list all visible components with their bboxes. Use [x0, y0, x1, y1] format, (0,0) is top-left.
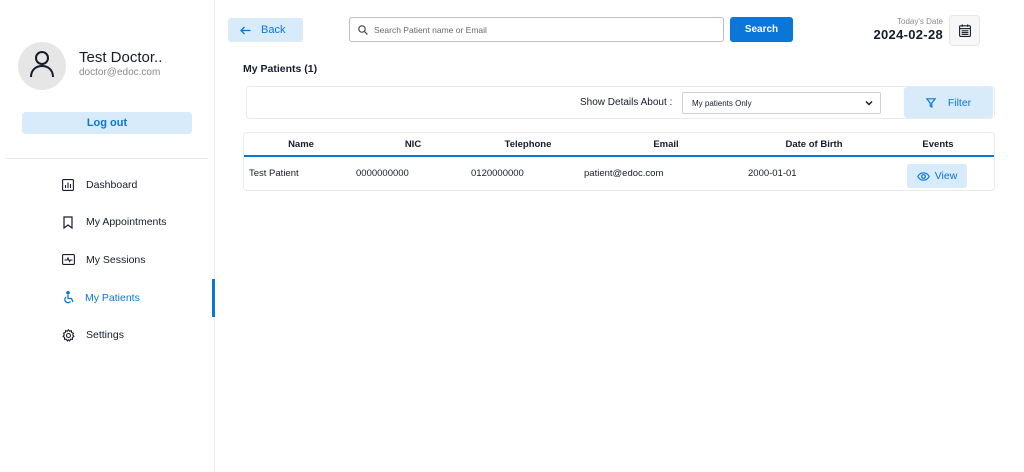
search-icon	[358, 24, 368, 35]
sidebar-item-dashboard[interactable]: Dashboard	[0, 166, 215, 204]
filter-button-label: Filter	[947, 96, 972, 109]
date-value: 2024-02-28	[873, 27, 943, 42]
filter-label: Show Details About :	[580, 97, 673, 108]
search-input[interactable]	[374, 24, 704, 35]
patients-table: Name NIC Telephone Email Date of Birth E…	[243, 132, 995, 191]
sidebar-item-label: My Patients	[85, 291, 140, 304]
sidebar-divider	[6, 158, 208, 159]
view-button-label: View	[934, 170, 958, 182]
date-label: Today's Date	[897, 17, 943, 26]
sidebar-item-label: My Appointments	[86, 216, 167, 229]
dashboard-icon	[61, 178, 75, 192]
calendar-icon	[958, 24, 971, 37]
bookmark-icon	[61, 215, 75, 229]
filter-panel: Show Details About : My patients Only Fi…	[246, 86, 995, 119]
sidebar: Test Doctor.. doctor@edoc.com Log out Da…	[0, 0, 215, 472]
sessions-icon	[61, 253, 75, 267]
column-header-telephone: Telephone	[504, 139, 552, 150]
avatar	[18, 42, 66, 90]
sidebar-menu: Dashboard My Appointments My Sessions My…	[0, 166, 215, 354]
cell-telephone: 0120000000	[471, 168, 524, 179]
calendar-button[interactable]	[949, 15, 980, 46]
search-field	[349, 17, 724, 42]
filter-icon	[925, 97, 936, 108]
sidebar-item-label: Settings	[86, 329, 124, 342]
logout-button[interactable]: Log out	[22, 112, 192, 134]
sidebar-item-label: Dashboard	[86, 178, 138, 191]
sidebar-item-label: My Sessions	[86, 253, 146, 266]
arrow-left-icon	[240, 26, 251, 35]
cell-email: patient@edoc.com	[584, 168, 664, 179]
sidebar-item-my-appointments[interactable]: My Appointments	[0, 204, 215, 242]
user-icon	[29, 50, 55, 83]
chevron-down-icon	[865, 100, 873, 106]
cell-date-of-birth: 2000-01-01	[748, 168, 797, 179]
sidebar-item-settings[interactable]: Settings	[0, 316, 215, 354]
profile-name: Test Doctor..	[79, 49, 163, 66]
view-button[interactable]: View	[907, 164, 967, 188]
column-header-date-of-birth: Date of Birth	[785, 139, 843, 150]
back-button[interactable]: Back	[228, 18, 303, 42]
filter-button[interactable]: Filter	[904, 87, 993, 118]
cell-nic: 0000000000	[356, 168, 409, 179]
column-header-name: Name	[288, 139, 314, 150]
sidebar-item-my-patients[interactable]: My Patients	[0, 278, 215, 317]
table-row: Test Patient 0000000000 0120000000 patie…	[244, 159, 994, 190]
gear-icon	[61, 328, 75, 342]
wheelchair-icon	[61, 291, 75, 305]
cell-name: Test Patient	[249, 168, 299, 179]
profile-card: Test Doctor.. doctor@edoc.com	[18, 42, 162, 90]
column-header-nic: NIC	[404, 139, 422, 150]
page-title: My Patients (1)	[243, 63, 318, 75]
filter-select[interactable]: My patients Only	[682, 92, 881, 114]
column-header-events: Events	[922, 139, 954, 150]
table-header: Name NIC Telephone Email Date of Birth E…	[244, 133, 994, 157]
profile-email: doctor@edoc.com	[79, 67, 161, 78]
column-header-email: Email	[653, 139, 679, 150]
filter-select-value: My patients Only	[692, 98, 752, 108]
todays-date: Today's Date 2024-02-28	[874, 17, 944, 43]
back-label: Back	[261, 24, 286, 36]
search-button[interactable]: Search	[730, 17, 793, 42]
sidebar-item-my-sessions[interactable]: My Sessions	[0, 241, 215, 279]
eye-icon	[916, 171, 930, 181]
